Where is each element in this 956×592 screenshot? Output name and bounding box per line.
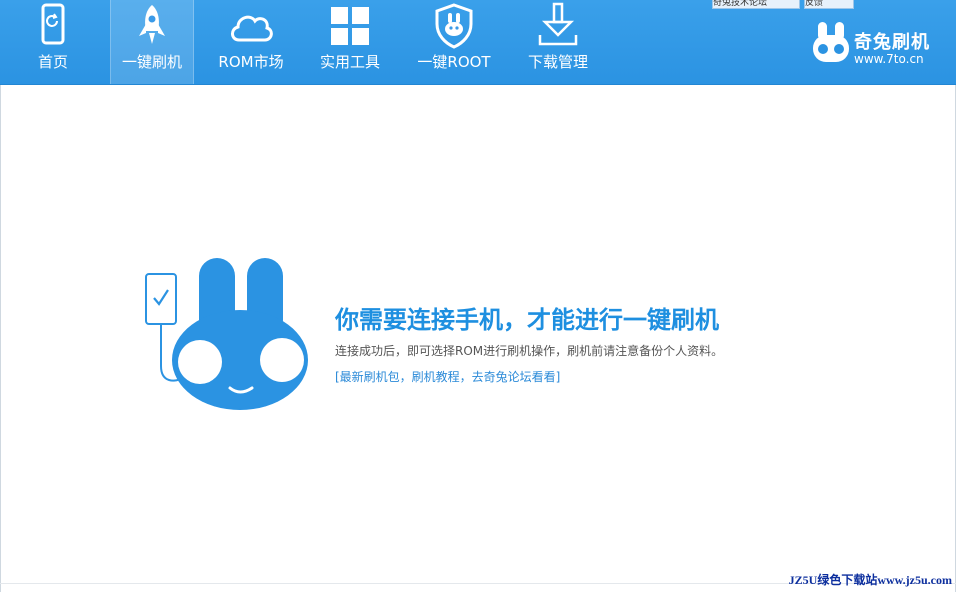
brand-name: 奇兔刷机 [854, 32, 930, 53]
connect-phone-headline: 你需要连接手机，才能进行一键刷机 [335, 306, 719, 334]
phone-refresh-icon [41, 3, 65, 45]
nav-label-rom-market: ROM市场 [218, 53, 284, 71]
nav-item-utilities[interactable]: 实用工具 [310, 0, 390, 84]
cloud-icon [231, 15, 273, 42]
feedback-link[interactable]: 反馈 [804, 0, 854, 9]
forum-link[interactable]: 奇兔技术论坛 [712, 0, 800, 9]
nav-item-one-click-root[interactable]: 一键ROOT [408, 0, 500, 84]
forum-tutorial-link[interactable]: [最新刷机包，刷机教程，去奇兔论坛看看] [335, 368, 560, 385]
grid-icon [331, 7, 369, 45]
nav-label-home: 首页 [37, 53, 68, 71]
rabbit-phone-illustration [145, 258, 308, 410]
nav-label-download-manager: 下载管理 [527, 53, 588, 71]
site-watermark: JZ5U绿色下载站www.jz5u.com [788, 573, 952, 587]
brand-url: www.7to.cn [854, 52, 924, 66]
nav-label-one-click-root: 一键ROOT [417, 53, 491, 71]
nav-label-utilities: 实用工具 [319, 53, 380, 71]
rabbit-logo-icon [813, 22, 849, 62]
shield-rabbit-icon [435, 3, 473, 49]
rocket-icon [139, 5, 165, 44]
brand-logo-block[interactable]: 奇兔刷机 www.7to.cn [812, 18, 942, 70]
connect-phone-instruction: 连接成功后，即可选择ROM进行刷机操作，刷机前请注意备份个人资料。 [335, 344, 724, 358]
nav-item-download-manager[interactable]: 下载管理 [518, 0, 598, 84]
top-navigation-bar: 首页 一键刷机 ROM市场 实用工具 一键ROOT 下载管理 奇兔技术论坛 反馈… [0, 0, 956, 85]
nav-item-rom-market[interactable]: ROM市场 [208, 0, 294, 84]
nav-label-one-click-flash: 一键刷机 [121, 53, 182, 71]
download-icon [538, 2, 578, 46]
nav-item-one-click-flash[interactable]: 一键刷机 [110, 0, 194, 84]
nav-item-home[interactable]: 首页 [18, 0, 88, 84]
window-left-border [0, 85, 1, 592]
